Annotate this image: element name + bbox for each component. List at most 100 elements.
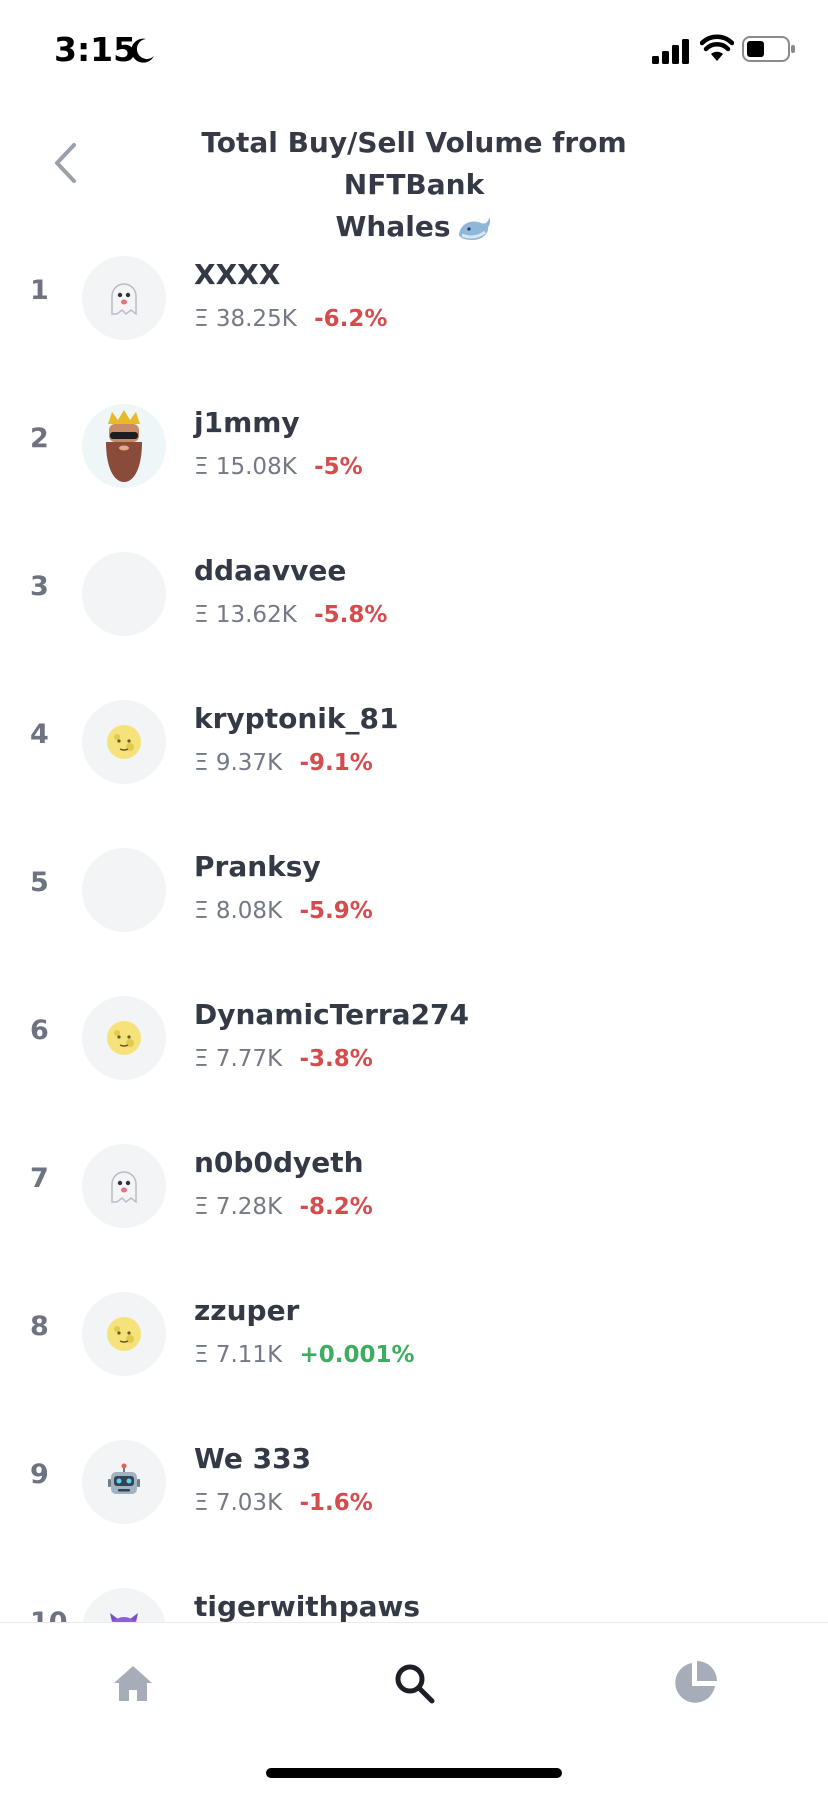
page-title-line1: Total Buy/Sell Volume from NFTBank	[201, 126, 627, 201]
whale-row[interactable]: 3 ddaavvee Ξ 13.62K -5.8%	[0, 524, 828, 672]
volume-value: 13.62K	[215, 602, 297, 628]
eth-symbol: Ξ	[194, 1194, 209, 1220]
avatar	[82, 1144, 166, 1228]
whale-row[interactable]: 6 DynamicTerra274 Ξ 7.77K -3.8%	[0, 968, 828, 1116]
eth-symbol: Ξ	[194, 602, 209, 628]
volume-value: 38.25K	[215, 306, 297, 332]
volume-line: Ξ 38.25K -6.2%	[194, 306, 387, 332]
whale-name: Pranksy	[194, 850, 321, 883]
whale-name: n0b0dyeth	[194, 1146, 364, 1179]
blank-avatar	[82, 552, 166, 636]
avatar	[82, 996, 166, 1080]
volume-value: 15.08K	[215, 454, 297, 480]
eth-symbol: Ξ	[194, 306, 209, 332]
whale-row[interactable]: 4 kryptonik_81 Ξ 9.37K -9.1%	[0, 672, 828, 820]
whale-row[interactable]: 10 tigerwithpaws	[0, 1560, 828, 1622]
eth-symbol: Ξ	[194, 1046, 209, 1072]
moon-face-icon	[107, 1317, 141, 1351]
whale-row[interactable]: 9 We 333 Ξ 7.03K -1.6%	[0, 1412, 828, 1560]
wifi-icon	[700, 34, 734, 61]
change-percent: -1.6%	[299, 1490, 373, 1516]
rank-number: 7	[30, 1163, 49, 1194]
eth-symbol: Ξ	[194, 898, 209, 924]
back-button[interactable]	[40, 138, 90, 188]
avatar	[82, 1588, 166, 1622]
change-percent: -8.2%	[299, 1194, 373, 1220]
pie-chart-icon	[675, 1661, 717, 1703]
bearded-king-icon	[106, 410, 142, 482]
cellular-signal-icon	[652, 39, 689, 64]
tab-bar	[0, 1622, 828, 1793]
whale-row[interactable]: 5 Pranksy Ξ 8.08K -5.9%	[0, 820, 828, 968]
moon-icon	[131, 38, 154, 63]
eth-symbol: Ξ	[194, 1490, 209, 1516]
search-icon	[395, 1664, 435, 1704]
tab-search[interactable]	[384, 1653, 444, 1713]
whale-row[interactable]: 1 XXXX Ξ 38.25K -6.2%	[0, 228, 828, 376]
whale-row[interactable]: 2 j1mmy Ξ 15.08K -5%	[0, 376, 828, 524]
whale-name: ddaavvee	[194, 554, 347, 587]
whale-name: j1mmy	[194, 406, 300, 439]
volume-value: 7.77K	[215, 1046, 283, 1072]
volume-value: 9.37K	[215, 750, 283, 776]
avatar	[82, 256, 166, 340]
rank-number: 9	[30, 1459, 49, 1490]
change-percent: -9.1%	[299, 750, 373, 776]
whale-row[interactable]: 8 zzuper Ξ 7.11K +0.001%	[0, 1264, 828, 1412]
tab-portfolio[interactable]	[665, 1653, 725, 1713]
eth-symbol: Ξ	[194, 454, 209, 480]
ghost-icon	[111, 1171, 137, 1204]
volume-value: 7.11K	[215, 1342, 283, 1368]
change-percent: -5%	[314, 454, 363, 480]
volume-line: Ξ 7.77K -3.8%	[194, 1046, 373, 1072]
volume-value: 8.08K	[215, 898, 283, 924]
chevron-left-icon	[55, 143, 76, 183]
whale-row[interactable]: 7 n0b0dyeth Ξ 7.28K -8.2%	[0, 1116, 828, 1264]
volume-line: Ξ 15.08K -5%	[194, 454, 363, 480]
volume-line: Ξ 7.11K +0.001%	[194, 1342, 415, 1368]
rank-number: 4	[30, 719, 49, 750]
volume-line: Ξ 13.62K -5.8%	[194, 602, 387, 628]
volume-line: Ξ 7.03K -1.6%	[194, 1490, 373, 1516]
whale-name: kryptonik_81	[194, 702, 399, 735]
whale-name: We 333	[194, 1442, 312, 1475]
status-time: 3:15	[54, 30, 137, 69]
change-percent: -5.8%	[314, 602, 388, 628]
whale-name: zzuper	[194, 1294, 300, 1327]
home-indicator	[266, 1768, 562, 1778]
volume-line: Ξ 8.08K -5.9%	[194, 898, 373, 924]
volume-line: Ξ 9.37K -9.1%	[194, 750, 373, 776]
eth-symbol: Ξ	[194, 750, 209, 776]
moon-face-icon	[107, 1021, 141, 1055]
header: Total Buy/Sell Volume from NFTBank Whale…	[0, 110, 828, 243]
home-icon	[114, 1666, 152, 1701]
rank-number: 8	[30, 1311, 49, 1342]
status-bar: 3:15	[0, 0, 828, 100]
moon-face-icon	[107, 725, 141, 759]
ghost-icon	[111, 283, 137, 316]
volume-line: Ξ 7.28K -8.2%	[194, 1194, 373, 1220]
rank-number: 10	[30, 1607, 68, 1622]
change-percent: -3.8%	[299, 1046, 373, 1072]
tab-home[interactable]	[103, 1653, 163, 1713]
whale-name: XXXX	[194, 258, 281, 291]
battery-icon	[742, 36, 795, 62]
whale-name: tigerwithpaws	[194, 1590, 421, 1622]
robot-icon	[108, 1463, 140, 1494]
rank-number: 5	[30, 867, 49, 898]
devil-icon	[110, 1613, 138, 1622]
blank-avatar	[82, 848, 166, 932]
avatar	[82, 700, 166, 784]
avatar	[82, 404, 166, 488]
eth-symbol: Ξ	[194, 1342, 209, 1368]
rank-number: 2	[30, 423, 49, 454]
whale-name: DynamicTerra274	[194, 998, 470, 1031]
rank-number: 6	[30, 1015, 49, 1046]
rank-number: 3	[30, 571, 49, 602]
volume-value: 7.03K	[215, 1490, 283, 1516]
volume-value: 7.28K	[215, 1194, 283, 1220]
whale-leaderboard: 1 XXXX Ξ 38.25K -6.2% 2 j1mmy Ξ 15.08K -…	[0, 228, 828, 1622]
rank-number: 1	[30, 275, 49, 306]
avatar	[82, 1440, 166, 1524]
change-percent: -5.9%	[299, 898, 373, 924]
